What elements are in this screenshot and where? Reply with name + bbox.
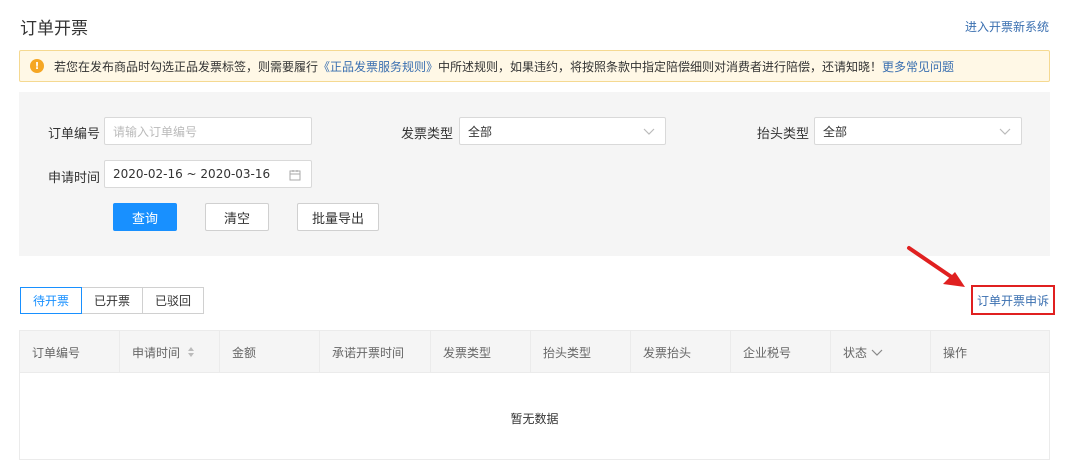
column-header: 承诺开票时间 — [320, 331, 431, 373]
empty-state-text: 暂无数据 — [510, 412, 559, 426]
clear-button[interactable]: 清空 — [205, 203, 269, 231]
page-title: 订单开票 — [20, 19, 88, 39]
warning-icon: ! — [30, 59, 44, 73]
column-header-label: 申请时间 — [132, 345, 181, 360]
query-button[interactable]: 查询 — [113, 203, 177, 231]
invoice-type-value: 全部 — [468, 124, 493, 139]
batch-export-button[interactable]: 批量导出 — [297, 203, 379, 231]
title-type-select[interactable]: 全部 — [814, 117, 1022, 145]
filter-panel: 订单编号 请输入订单编号 发票类型 全部 抬头类型 全部 申请时间 2020-0… — [19, 92, 1050, 256]
chevron-down-icon — [999, 128, 1011, 135]
chevron-down-icon — [871, 349, 883, 356]
apply-time-range-input[interactable]: 2020-02-16 ~ 2020-03-16 — [104, 160, 312, 188]
title-type-value: 全部 — [823, 124, 848, 139]
chevron-down-icon — [643, 128, 655, 135]
table-header: 订单编号 申请时间 金额 承诺开票时间 发票类型 抬头类型 发票抬头 企业税号 … — [20, 331, 1049, 373]
calendar-icon — [289, 170, 301, 181]
column-header: 订单编号 — [20, 331, 120, 373]
column-header: 抬头类型 — [531, 331, 631, 373]
apply-time-label: 申请时间 — [48, 171, 101, 186]
invoice-type-label: 发票类型 — [401, 127, 454, 142]
tab-pending[interactable]: 待开票 — [20, 287, 82, 314]
column-header: 金额 — [220, 331, 320, 373]
status-tabs: 待开票 已开票 已驳回 — [20, 287, 204, 314]
notice-text-after: 中所述规则，如果违约，将按照条款中指定陪偿细则对消费者进行陪偿，还请知晓！ — [438, 59, 883, 74]
title-type-label: 抬头类型 — [757, 127, 810, 142]
order-no-label: 订单编号 — [48, 127, 101, 142]
rule-link[interactable]: 《正品发票服务规则》 — [318, 58, 438, 75]
tab-invoiced[interactable]: 已开票 — [81, 287, 143, 314]
column-header-sortable[interactable]: 申请时间 — [120, 331, 220, 373]
column-header: 企业税号 — [731, 331, 831, 373]
tab-rejected[interactable]: 已驳回 — [142, 287, 204, 314]
column-header: 发票类型 — [431, 331, 531, 373]
apply-time-value: 2020-02-16 ~ 2020-03-16 — [113, 167, 271, 181]
new-system-link[interactable]: 进入开票新系统 — [965, 18, 1049, 35]
column-header: 操作 — [943, 345, 968, 360]
notice-text-before: 若您在发布商品时勾选正品发票标签，则需要履行 — [54, 59, 319, 74]
order-no-input[interactable]: 请输入订单编号 — [104, 117, 312, 145]
notice-banner: ! 若您在发布商品时勾选正品发票标签，则需要履行 《正品发票服务规则》 中所述规则，… — [19, 50, 1050, 82]
column-header-label: 状态 — [843, 345, 868, 360]
invoice-type-select[interactable]: 全部 — [459, 117, 666, 145]
red-arrow-icon — [907, 246, 965, 287]
invoice-table: 订单编号 申请时间 金额 承诺开票时间 发票类型 抬头类型 发票抬头 企业税号 … — [19, 330, 1050, 460]
column-header-filter[interactable]: 状态 — [831, 331, 931, 373]
invoice-appeal-link[interactable]: 订单开票申诉 — [971, 285, 1055, 315]
faq-link[interactable]: 更多常见问题 — [882, 58, 954, 75]
column-header: 发票抬头 — [631, 331, 731, 373]
sort-icon — [188, 347, 195, 357]
